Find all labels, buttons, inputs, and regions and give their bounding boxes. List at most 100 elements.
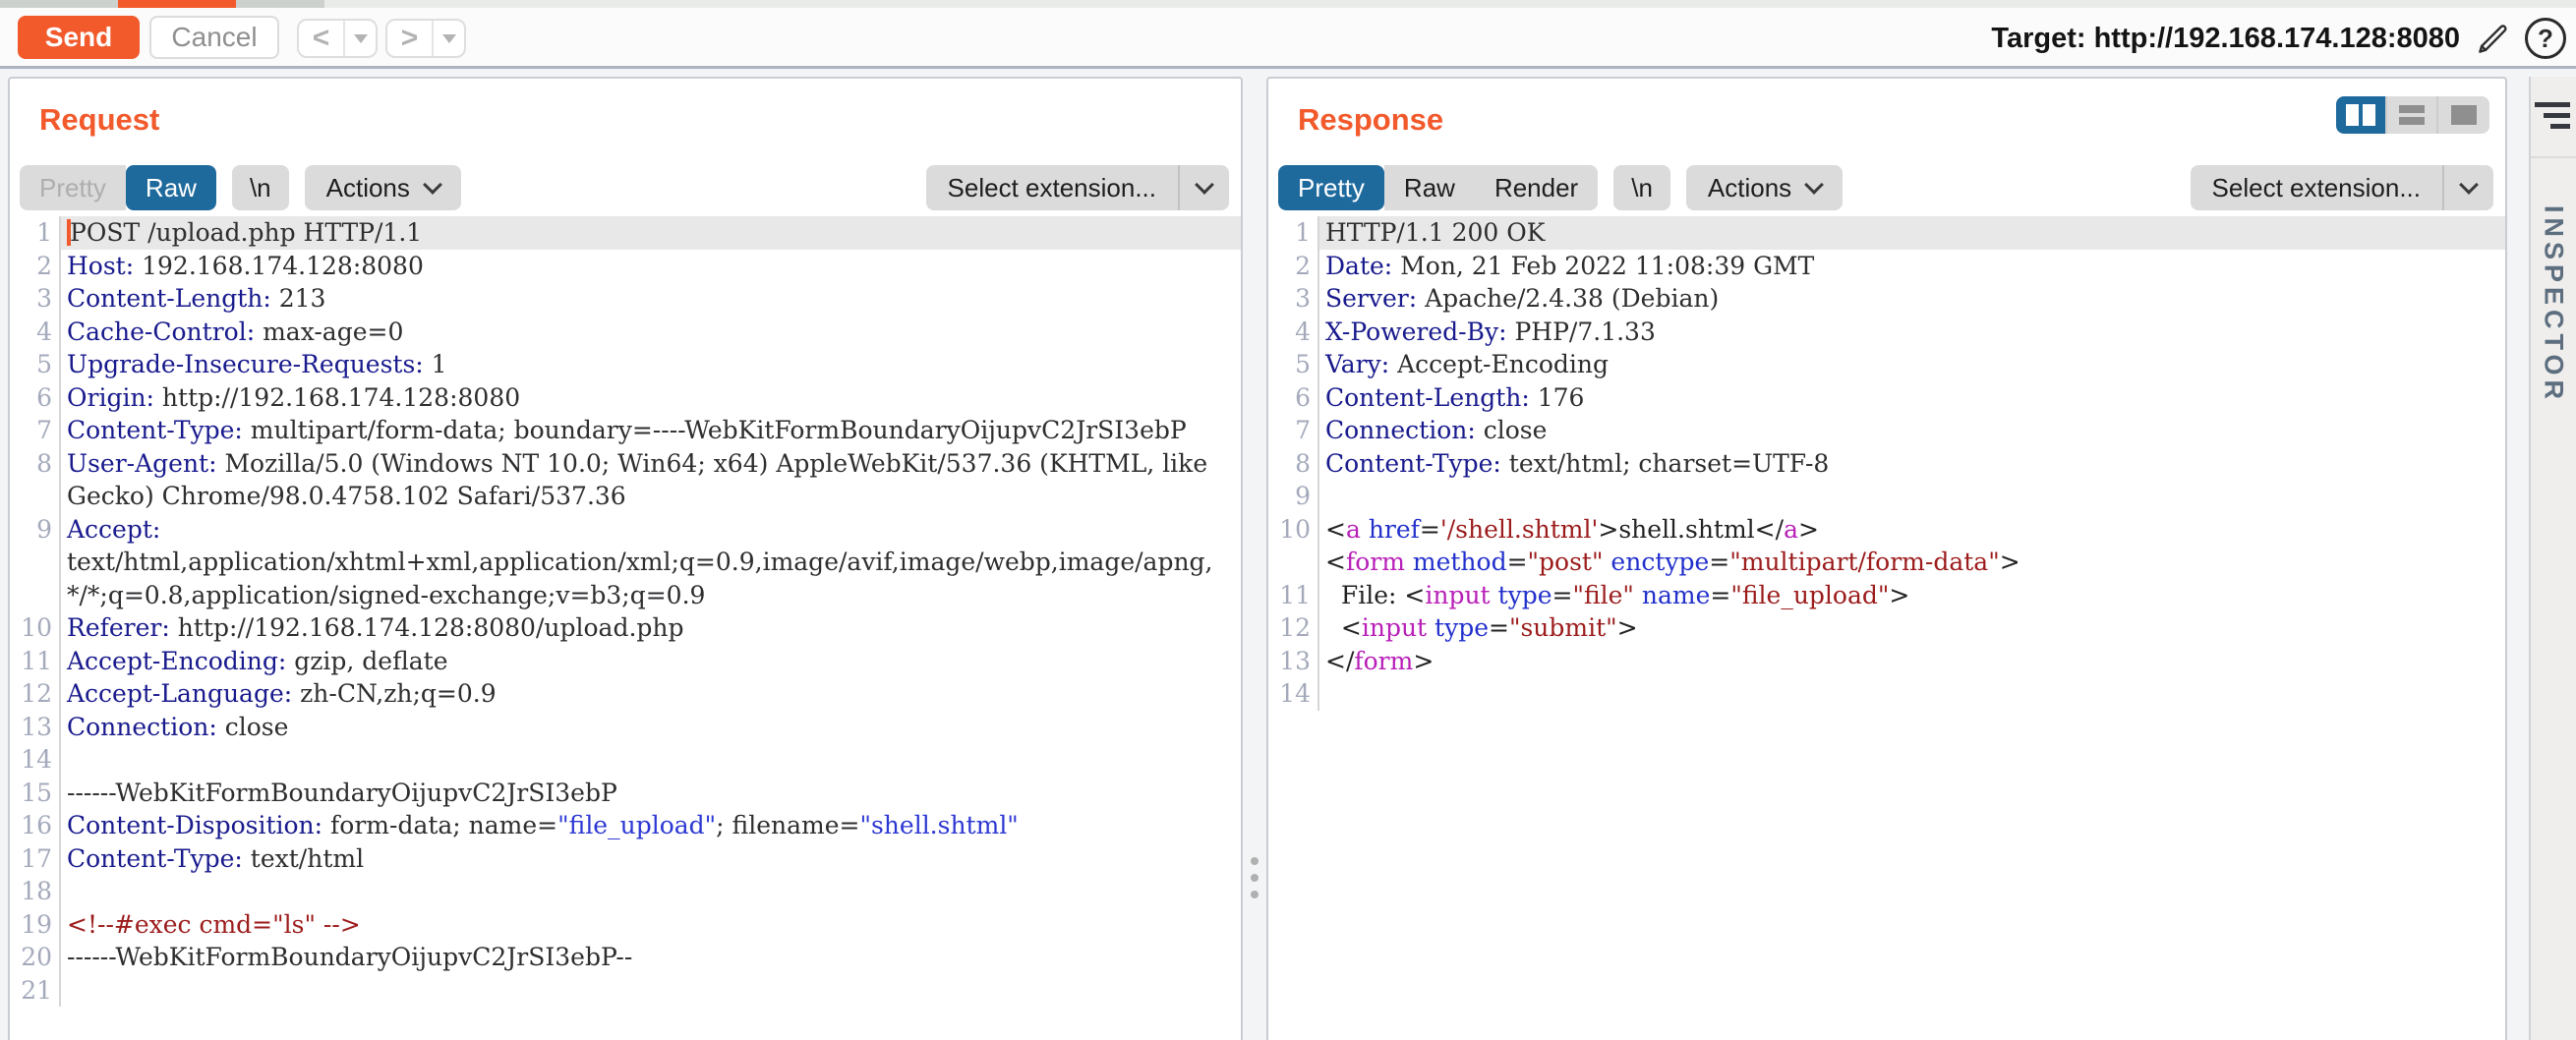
code-line: 1POST /upload.php HTTP/1.1 [10, 216, 1241, 250]
line-number: 3 [10, 282, 61, 316]
line-number: 7 [10, 414, 61, 447]
cancel-button[interactable]: Cancel [149, 16, 279, 59]
code-line: 1HTTP/1.1 200 OK [1268, 216, 2505, 250]
line-number: 2 [10, 250, 61, 283]
code-line: 9 [1268, 480, 2505, 513]
request-panel-title: Request [39, 102, 159, 138]
code-line: 9Accept: [10, 513, 1241, 547]
code-line: 8User-Agent: Mozilla/5.0 (Windows NT 10.… [10, 447, 1241, 481]
line-number: 17 [10, 842, 61, 876]
actions-button[interactable]: Actions [305, 165, 461, 210]
tab-raw[interactable]: Raw [126, 165, 216, 210]
line-number: 10 [10, 611, 61, 645]
response-editor[interactable]: 1HTTP/1.1 200 OK2Date: Mon, 21 Feb 2022 … [1268, 216, 2505, 1040]
response-select-extension-dropdown[interactable]: Select extension... [2191, 165, 2493, 210]
single-pane-icon [2451, 105, 2477, 125]
line-number: 12 [10, 677, 61, 711]
actions-label: Actions [1708, 173, 1791, 203]
line-number: 14 [1268, 677, 1319, 711]
line-number: 4 [1268, 316, 1319, 349]
line-number: 3 [1268, 282, 1319, 316]
inspector-tab[interactable]: INSPECTOR [2539, 205, 2569, 404]
back-button[interactable]: < [297, 19, 378, 58]
request-panel: Request Pretty Raw \n Actions Select ext… [8, 77, 1243, 1040]
line-number: 6 [1268, 381, 1319, 415]
line-number: 21 [10, 974, 61, 1008]
request-tab-row: Pretty Raw \n Actions Select extension..… [20, 165, 1229, 210]
split-rows-view-button[interactable] [2387, 96, 2438, 134]
line-number: 7 [1268, 414, 1319, 447]
code-line: 12Accept-Language: zh-CN,zh;q=0.9 [10, 677, 1241, 711]
repeater-toolbar: Send Cancel < > Target: http://192.168.1… [0, 8, 2576, 69]
actions-button[interactable]: Actions [1686, 165, 1843, 210]
line-number: 5 [10, 348, 61, 381]
tab-pretty[interactable]: Pretty [20, 165, 126, 210]
line-number: 1 [1268, 216, 1319, 250]
split-columns-view-button[interactable] [2336, 96, 2387, 134]
code-line: 16Content-Disposition: form-data; name="… [10, 809, 1241, 842]
request-view-tabs: Pretty Raw [20, 165, 216, 210]
panel-splitter-handle[interactable] [1245, 857, 1264, 898]
forward-arrow-icon[interactable]: > [387, 21, 434, 56]
code-line: 12 <input type="submit"> [1268, 611, 2505, 645]
line-number [10, 579, 61, 612]
response-tab-row: Pretty Raw Render \n Actions Select exte… [1278, 165, 2493, 210]
code-line: */*;q=0.8,application/signed-exchange;v=… [10, 579, 1241, 612]
back-dropdown-button[interactable] [345, 21, 376, 56]
code-line: 11Accept-Encoding: gzip, deflate [10, 645, 1241, 678]
send-button[interactable]: Send [18, 16, 140, 59]
splitter-dot [1251, 891, 1259, 898]
actions-label: Actions [326, 173, 410, 203]
code-line: 10<a href='/shell.shtml'>shell.shtml</a> [1268, 513, 2505, 547]
line-number: 19 [10, 908, 61, 942]
line-number: 9 [1268, 480, 1319, 513]
code-line: 13</form> [1268, 645, 2505, 678]
tab-raw[interactable]: Raw [1384, 165, 1475, 210]
select-extension-label: Select extension... [926, 165, 1180, 210]
tab-pretty[interactable]: Pretty [1278, 165, 1384, 210]
line-number: 10 [1268, 513, 1319, 547]
request-editor[interactable]: 1POST /upload.php HTTP/1.12Host: 192.168… [10, 216, 1241, 1040]
show-newlines-button[interactable]: \n [1613, 165, 1670, 210]
line-number: 8 [10, 447, 61, 481]
line-number: 13 [1268, 645, 1319, 678]
edit-target-icon[interactable] [2474, 21, 2511, 58]
select-extension-chevron[interactable] [1180, 165, 1229, 210]
line-number: 11 [1268, 579, 1319, 612]
tab-render[interactable]: Render [1475, 165, 1598, 210]
code-line: 6Origin: http://192.168.174.128:8080 [10, 381, 1241, 415]
single-pane-view-button[interactable] [2438, 96, 2489, 134]
tab-strip-segment [236, 0, 324, 8]
dropdown-triangle-icon [354, 34, 368, 43]
tab-strip-segment [0, 0, 118, 8]
line-number: 14 [10, 743, 61, 777]
code-line: 3Content-Length: 213 [10, 282, 1241, 316]
splitter-dot [1251, 857, 1259, 865]
collapse-panel-icon[interactable] [2535, 102, 2570, 129]
forward-button[interactable]: > [385, 19, 466, 58]
code-line: 21 [10, 974, 1241, 1008]
line-number [10, 546, 61, 579]
line-number: 5 [1268, 348, 1319, 381]
select-extension-chevron[interactable] [2444, 165, 2493, 210]
request-select-extension-dropdown[interactable]: Select extension... [926, 165, 1229, 210]
code-line: text/html,application/xhtml+xml,applicat… [10, 546, 1241, 579]
line-number: 13 [10, 711, 61, 744]
response-panel: Response Pretty Raw Render \n Actions Se… [1266, 77, 2507, 1040]
back-arrow-icon[interactable]: < [299, 21, 345, 56]
forward-dropdown-button[interactable] [434, 21, 464, 56]
help-icon[interactable]: ? [2525, 18, 2566, 59]
code-line: 8Content-Type: text/html; charset=UTF-8 [1268, 447, 2505, 481]
line-number: 20 [10, 941, 61, 974]
show-newlines-button[interactable]: \n [232, 165, 289, 210]
line-number: 4 [10, 316, 61, 349]
response-view-tabs: Pretty Raw Render [1278, 165, 1598, 210]
line-number: 15 [10, 777, 61, 810]
code-line: 20------WebKitFormBoundaryOijupvC2JrSI3e… [10, 941, 1241, 974]
code-line: 6Content-Length: 176 [1268, 381, 2505, 415]
code-line: 5Upgrade-Insecure-Requests: 1 [10, 348, 1241, 381]
active-tab-indicator [118, 0, 236, 8]
layout-toggle-group [2336, 96, 2489, 134]
columns-icon [2346, 104, 2359, 126]
line-number: 11 [10, 645, 61, 678]
